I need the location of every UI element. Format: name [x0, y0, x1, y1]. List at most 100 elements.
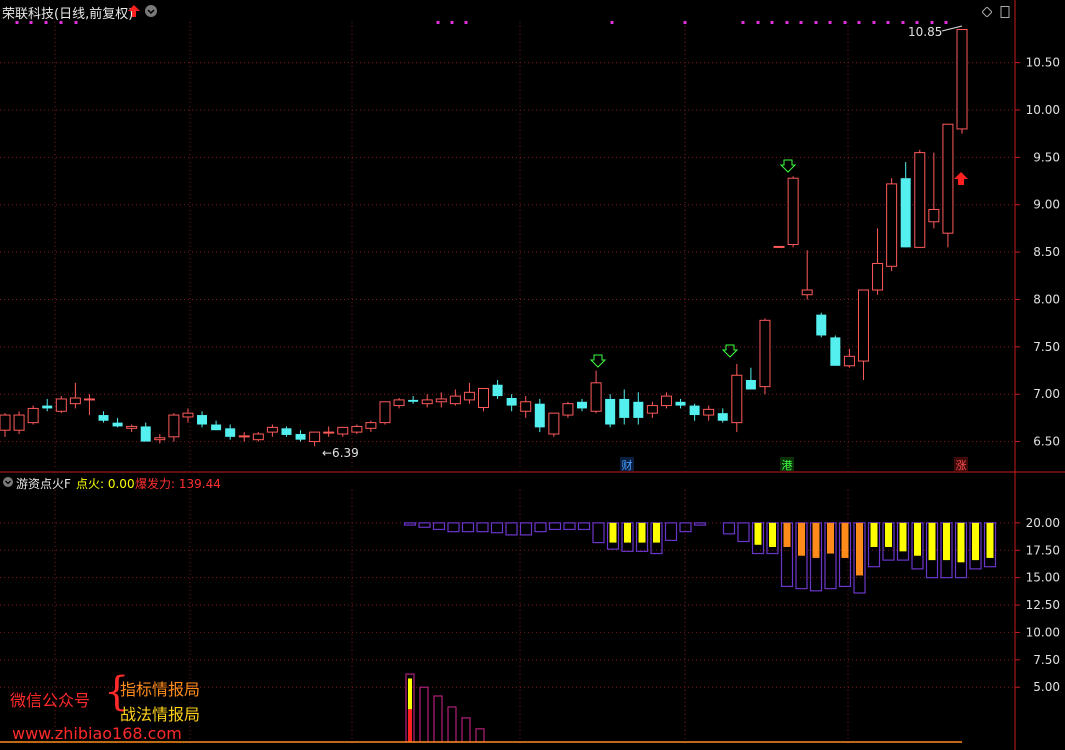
indicator-bar — [432, 522, 446, 531]
candle-body — [731, 374, 743, 424]
indicator-fill — [812, 522, 820, 558]
candle-body — [633, 401, 644, 418]
candle-body — [534, 403, 545, 428]
candle-body — [365, 422, 377, 429]
chevron-down-icon[interactable] — [145, 5, 157, 17]
indicator-fill — [798, 522, 805, 556]
indicator-bar — [519, 522, 533, 536]
candle-body — [27, 407, 39, 424]
candle-body — [408, 399, 419, 402]
indicator-bar — [577, 522, 591, 531]
candlestick-series — [0, 28, 968, 447]
candle-body — [787, 177, 799, 246]
signal-dot — [770, 21, 774, 24]
lower-bar-highlight — [408, 709, 412, 742]
y-tick-label: 9.50 — [1033, 150, 1060, 164]
indicator-fill — [899, 522, 907, 552]
y-tick-label: 7.50 — [1033, 340, 1060, 354]
lower-bar — [419, 686, 429, 743]
signal-dot — [450, 21, 454, 24]
candle-body — [421, 399, 433, 405]
indicator-fill — [870, 522, 878, 547]
candle-body — [435, 398, 447, 403]
indicator-fill — [856, 522, 863, 576]
indicator-fill — [769, 522, 776, 547]
signal-markers: 10.85 ←6.39 财 港 涨 — [15, 21, 968, 472]
diamond-icon[interactable] — [982, 7, 992, 17]
candle-body — [323, 431, 335, 434]
candle-body — [309, 431, 321, 443]
watermark-url: www.zhibiao168.com — [12, 724, 182, 743]
indicator-fill — [914, 522, 921, 556]
candle-body — [69, 397, 81, 405]
watermark-line3: 战法情报局 — [120, 705, 201, 724]
candle-body — [801, 289, 813, 296]
signal-dot — [785, 21, 789, 24]
y-tick-label: 10.50 — [1026, 56, 1060, 70]
green-down-arrow-icon — [721, 344, 739, 358]
indicator-dianhuo: 点火: 0.00 — [76, 477, 135, 491]
indicator-fill — [609, 522, 617, 543]
indicator-fill — [638, 522, 646, 543]
lower-bar — [475, 728, 485, 743]
signal-dot — [436, 21, 440, 24]
y-tick-label: 10.00 — [1026, 103, 1060, 117]
signal-dot — [814, 21, 818, 24]
high-price-label: 10.85 — [908, 25, 942, 39]
indicator-bar — [505, 522, 518, 536]
indicator-bar — [476, 522, 489, 533]
indicator-fill — [624, 522, 631, 543]
candle-body — [252, 433, 264, 441]
candle-body — [337, 426, 349, 435]
signal-dot — [799, 21, 803, 24]
y-tick-label: 15.00 — [1026, 571, 1060, 585]
y-tick-label: 6.50 — [1033, 435, 1060, 449]
candle-body — [225, 428, 236, 437]
signal-dot — [857, 21, 861, 24]
y-tick-label: 10.00 — [1026, 625, 1060, 639]
candle-body — [577, 401, 588, 409]
candle-body — [295, 434, 306, 440]
indicator-bar — [403, 522, 417, 526]
indicator-fill — [986, 522, 994, 558]
candle-body — [886, 183, 898, 267]
low-price-label: ←6.39 — [322, 446, 359, 460]
candle-body — [281, 428, 292, 435]
y-tick-label: 5.00 — [1033, 680, 1060, 694]
candle-body — [745, 380, 756, 390]
tag-label: 涨 — [956, 459, 967, 472]
candle-body — [379, 401, 391, 424]
candle-body — [211, 424, 222, 431]
indicator-bar — [418, 522, 431, 528]
red-up-arrow-icon — [954, 172, 968, 185]
candle-body — [956, 28, 968, 130]
scroll-indicator-icon[interactable] — [1000, 6, 1010, 18]
tag-label: 财 — [622, 458, 633, 472]
candle-body — [660, 395, 672, 407]
candle-body — [717, 413, 728, 421]
indicator-fill — [957, 522, 965, 563]
signal-dot — [901, 21, 905, 24]
indicator-bar — [563, 522, 576, 531]
indicator-bar — [592, 522, 605, 544]
candle-body — [605, 398, 616, 425]
candle-body — [773, 245, 785, 248]
stock-chart[interactable]: 10.50 10.00 9.50 9.00 8.50 8.00 7.50 7.00 6.50 20… — [0, 0, 1065, 750]
indicator-bar — [737, 522, 750, 543]
indicator-bar — [447, 522, 460, 533]
candle-body — [619, 398, 630, 418]
candle-body — [238, 435, 250, 438]
y-tick-label: 8.50 — [1033, 245, 1060, 259]
chart-grid — [0, 0, 1065, 750]
indicator-bar — [490, 522, 504, 534]
candle-body — [55, 398, 67, 412]
indicator-bar — [693, 522, 707, 526]
signal-dot — [756, 21, 760, 24]
candle-body — [182, 412, 194, 418]
chart-title: 荣联科技(日线,前复权) — [2, 7, 134, 22]
indicator-fill — [783, 522, 791, 547]
signal-dot — [843, 21, 847, 24]
indicator-chevron-icon[interactable] — [3, 477, 13, 487]
candle-body — [548, 412, 560, 435]
y-axis: 10.50 10.00 9.50 9.00 8.50 8.00 7.50 7.00 6.50 20… — [1015, 56, 1060, 694]
